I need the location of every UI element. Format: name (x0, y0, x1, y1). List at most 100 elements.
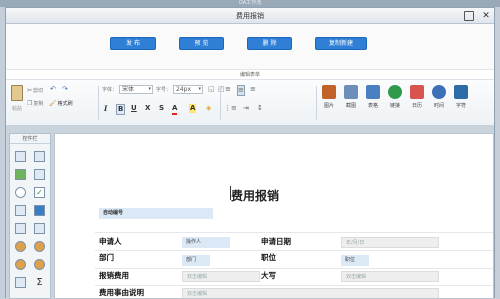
italic-button[interactable]: I (104, 104, 107, 113)
form-document[interactable]: 费用报销 自动编号 申请人 操作人 申请日期 年/月/日 部门 部门 职位 职位… (54, 133, 494, 299)
ribbon-divider (98, 86, 99, 120)
copy-label: 复制 (33, 101, 44, 107)
checkbox-control-icon[interactable]: ✓ (34, 187, 45, 198)
delete-button[interactable]: 删 除 (247, 37, 292, 50)
align-right-icon[interactable]: ≡ (250, 85, 256, 94)
paste-button[interactable]: 粘贴 (9, 85, 25, 121)
window-title: 费用报销 (236, 12, 264, 20)
position-control-icon[interactable] (34, 259, 45, 270)
textarea-control-icon[interactable] (34, 151, 45, 162)
outer-app-title: OA工作流 (238, 0, 262, 6)
size-up-button[interactable]: ◰ (218, 85, 225, 94)
font-size-select[interactable]: 24px ▾ (173, 85, 203, 94)
department-label: 部门 (99, 253, 114, 262)
screenshot-label: 截图 (345, 103, 356, 109)
insert-link-button[interactable]: 链接 (385, 85, 405, 109)
ribbon-group-label: 编辑表单 (239, 72, 260, 78)
align-center-icon[interactable]: ≡ (237, 85, 245, 96)
underline-button[interactable]: U (131, 104, 137, 113)
auto-number-field[interactable]: 自动编号 (99, 208, 213, 219)
close-button[interactable]: ✕ (481, 11, 491, 21)
line-spacing-icon[interactable]: ↕ (257, 104, 263, 113)
font-select[interactable]: 宋体 ▾ (119, 85, 153, 94)
select-control-icon[interactable] (34, 169, 45, 180)
globe-icon (388, 85, 402, 99)
attachment-control-icon[interactable] (15, 277, 26, 288)
brush-icon: 🖌 (49, 100, 57, 107)
import-control-icon[interactable] (34, 223, 45, 234)
position-label: 职位 (261, 253, 276, 262)
copy-button[interactable]: ❐复制 (27, 100, 43, 107)
radio-control-icon[interactable] (15, 187, 26, 198)
insert-image-button[interactable]: 图片 (319, 85, 339, 109)
font-color-button[interactable]: A (172, 104, 178, 115)
ribbon-group-header: 编辑表单 (6, 70, 494, 80)
table-row-divider (95, 268, 493, 269)
table-icon (366, 85, 380, 99)
clear-format-button[interactable]: ◱ (208, 85, 215, 94)
image-control-icon[interactable] (15, 169, 26, 180)
applicant-label: 申请人 (99, 237, 122, 246)
image-icon (322, 85, 336, 99)
ribbon-divider (316, 86, 317, 120)
editor-workspace: 控件栏 ✓ Σ 费用报销 自动编号 申请人 操作人 申请日期 年/月/日 部门 … (6, 126, 494, 299)
publish-button[interactable]: 发 布 (110, 37, 156, 50)
paste-icon (11, 85, 23, 101)
document-title[interactable]: 费用报销 (231, 187, 279, 204)
macro-control-icon[interactable] (34, 205, 45, 216)
redo-button[interactable]: ↷ (62, 85, 68, 94)
expense-reason-label: 费用事由说明 (99, 288, 144, 297)
table-row-divider (95, 232, 493, 233)
cut-label: 剪切 (33, 88, 44, 94)
format-painter-button[interactable]: 🖌格式刷 (49, 100, 73, 107)
chevron-down-icon: ▾ (148, 86, 151, 92)
window-titlebar: 费用报销 ✕ (6, 8, 494, 24)
textbox-control-icon[interactable] (15, 151, 26, 162)
palette-title: 控件栏 (10, 134, 50, 144)
strikethrough-button[interactable]: X (145, 104, 150, 113)
omega-icon (454, 85, 468, 99)
expense-reason-field[interactable]: 双击编辑 (182, 288, 439, 298)
amount-in-words-field[interactable]: 双击编辑 (341, 271, 439, 282)
sum-control-icon[interactable]: Σ (34, 277, 45, 288)
insert-link-label: 链接 (389, 103, 400, 109)
paste-label: 粘贴 (11, 106, 22, 112)
user-group-control-icon[interactable] (34, 241, 45, 252)
align-left-icon[interactable]: ≡ (225, 85, 231, 94)
preview-button[interactable]: 预 览 (179, 37, 224, 50)
department-control-icon[interactable] (15, 259, 26, 270)
insert-symbol-label: 字符 (455, 103, 466, 109)
table-row-divider (95, 285, 493, 286)
table-control-icon[interactable] (15, 223, 26, 234)
indent-icon[interactable]: ⇥ (243, 104, 249, 113)
bullet-list-icon[interactable]: ⋮≡ (224, 104, 237, 113)
insert-calendar-button[interactable]: 日历 (407, 85, 427, 109)
calendar-icon (410, 85, 424, 99)
highlight-button[interactable]: A (189, 104, 197, 113)
insert-symbol-button[interactable]: 字符 (451, 85, 471, 109)
insert-table-button[interactable]: 表格 (363, 85, 383, 109)
ribbon-divider (220, 86, 221, 120)
amount-in-words-label: 大写 (261, 271, 276, 280)
superscript-button[interactable]: S (159, 104, 164, 113)
user-control-icon[interactable] (15, 241, 26, 252)
insert-time-button[interactable]: 时间 (429, 85, 449, 109)
position-field[interactable]: 职位 (341, 255, 369, 266)
action-bar: 发 布 预 览 删 除 复制新建 (6, 24, 494, 70)
screenshot-button[interactable]: 截图 (341, 85, 361, 109)
font-label: 字体： (102, 87, 118, 93)
expense-amount-field[interactable]: 双击编辑 (182, 271, 260, 282)
cut-button[interactable]: ✂剪切 (27, 87, 43, 94)
size-label: 字号： (156, 87, 172, 93)
bold-button[interactable]: B (116, 104, 126, 115)
insert-time-label: 时间 (433, 103, 444, 109)
list-control-icon[interactable] (15, 205, 26, 216)
ribbon-toolbar: 粘贴 ✂剪切 ❐复制 ↶ ↷ 🖌格式刷 字体： 宋体 ▾ 字号： 24px ▾ … (6, 80, 494, 126)
copy-new-button[interactable]: 复制新建 (315, 37, 367, 50)
eraser-icon[interactable]: ◈ (206, 104, 211, 113)
maximize-button[interactable] (464, 11, 474, 21)
applicant-field[interactable]: 操作人 (182, 237, 230, 248)
apply-date-field[interactable]: 年/月/日 (341, 237, 439, 248)
department-field[interactable]: 部门 (182, 255, 210, 266)
undo-button[interactable]: ↶ (50, 85, 56, 94)
